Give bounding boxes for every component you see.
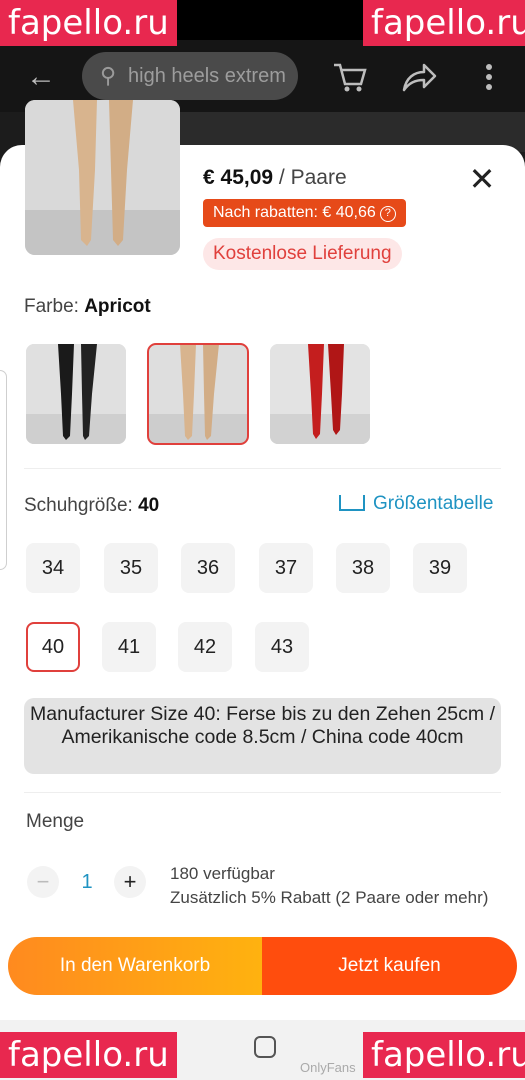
cart-icon[interactable] (332, 60, 368, 102)
free-shipping-badge: Kostenlose Lieferung (203, 238, 402, 270)
quantity-increase-button[interactable]: + (114, 866, 146, 898)
bulk-discount-note: Zusätzlich 5% Rabatt (2 Paare oder mehr) (170, 888, 489, 907)
ruler-icon (339, 495, 365, 511)
add-to-cart-button[interactable]: In den Warenkorb (8, 937, 262, 995)
size-chart-link[interactable]: Größentabelle (339, 493, 493, 515)
price-unit: / Paare (273, 166, 347, 189)
size-option-35[interactable]: 35 (104, 543, 158, 593)
watermark-top-left: fapello.ru (0, 0, 177, 46)
divider (24, 792, 501, 793)
size-option-36[interactable]: 36 (181, 543, 235, 593)
color-option-apricot[interactable] (147, 343, 249, 445)
back-arrow-icon[interactable]: ← (26, 60, 56, 94)
product-thumbnail (25, 100, 180, 255)
size-option-41[interactable]: 41 (102, 622, 156, 672)
size-option-40[interactable]: 40 (26, 622, 80, 672)
selected-color: Apricot (84, 296, 151, 317)
color-option-red[interactable] (270, 344, 370, 444)
search-placeholder: high heels extrem (128, 65, 286, 87)
quantity-label: Menge (26, 811, 85, 832)
watermark-bottom-right: fapello.ru (363, 1032, 525, 1078)
size-option-42[interactable]: 42 (178, 622, 232, 672)
search-input[interactable]: ⚲ high heels extrem (82, 52, 298, 100)
color-option-black[interactable] (26, 344, 126, 444)
discount-badge[interactable]: Nach rabatten: € 40,66? (203, 199, 406, 227)
watermark-top-right: fapello.ru (363, 0, 525, 46)
product-price: € 45,09 / Paare (203, 166, 347, 189)
selected-size: 40 (138, 495, 160, 516)
size-option-34[interactable]: 34 (26, 543, 80, 593)
size-option-43[interactable]: 43 (255, 622, 309, 672)
quantity-value[interactable]: 1 (77, 871, 97, 894)
quantity-decrease-button[interactable]: − (27, 866, 59, 898)
search-icon: ⚲ (100, 63, 117, 88)
watermark-bottom-left: fapello.ru (0, 1032, 177, 1078)
discount-text: Nach rabatten: € 40,66 (213, 204, 376, 221)
size-info-box: Manufacturer Size 40: Ferse bis zu den Z… (24, 698, 501, 774)
side-handle[interactable] (0, 370, 7, 570)
color-label: Farbe: Apricot (24, 296, 151, 317)
stock-available: 180 verfügbar (170, 864, 275, 883)
size-option-37[interactable]: 37 (259, 543, 313, 593)
size-option-38[interactable]: 38 (336, 543, 390, 593)
share-icon[interactable] (400, 60, 438, 102)
size-option-39[interactable]: 39 (413, 543, 467, 593)
buy-now-button[interactable]: Jetzt kaufen (262, 937, 517, 995)
info-icon[interactable]: ? (379, 206, 396, 222)
nav-caption: OnlyFans (300, 1060, 356, 1075)
more-menu-icon[interactable] (482, 60, 496, 102)
close-icon[interactable]: ✕ (466, 163, 498, 195)
home-button-icon[interactable] (254, 1036, 276, 1058)
size-label: Schuhgröße: 40 (24, 495, 160, 516)
divider (24, 468, 501, 469)
